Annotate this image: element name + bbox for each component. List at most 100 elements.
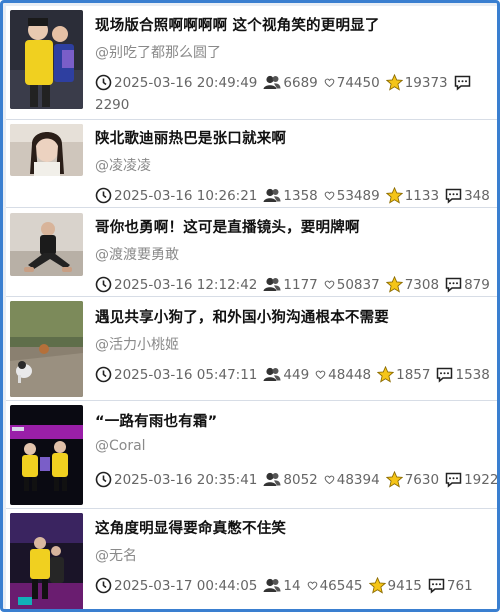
clock-icon <box>95 471 112 488</box>
stars-group[interactable]: 19373 <box>385 74 448 91</box>
comment-icon <box>445 188 462 204</box>
star-icon <box>377 366 395 383</box>
comments-group[interactable]: 1538 <box>436 366 490 383</box>
heart-icon <box>324 280 335 290</box>
post-thumbnail[interactable] <box>10 213 83 276</box>
list-item[interactable]: 哥你也勇啊！这可是直播镜头，要明牌啊 @渡渡要勇敢 2025-03-16 12:… <box>6 208 497 297</box>
comments-group[interactable]: 879 <box>445 277 490 293</box>
people-icon <box>263 75 281 89</box>
post-title[interactable]: 哥你也勇啊！这可是直播镜头，要明牌啊 <box>95 216 360 237</box>
heart-icon <box>324 475 335 485</box>
likes-group[interactable]: 48394 <box>324 472 380 488</box>
post-author[interactable]: @别吃了都那么圆了 <box>95 42 221 62</box>
post-author[interactable]: @渡渡要勇敢 <box>95 244 179 264</box>
views-count: 1358 <box>283 187 318 204</box>
views-count: 14 <box>283 577 301 594</box>
views-group: 1358 <box>263 187 318 204</box>
likes-group[interactable]: 48448 <box>315 367 371 383</box>
star-icon <box>368 577 386 594</box>
post-thumbnail[interactable] <box>10 10 83 109</box>
clock-icon <box>95 74 112 91</box>
views-group: 8052 <box>263 472 318 488</box>
post-author[interactable]: @Coral <box>95 438 146 454</box>
people-icon <box>263 277 281 291</box>
comments-group[interactable]: 1922 <box>445 471 499 488</box>
stars-count: 1857 <box>396 366 431 383</box>
views-count: 449 <box>283 366 310 383</box>
stars-group[interactable]: 1857 <box>377 366 430 383</box>
post-author[interactable]: @无名 <box>95 545 137 565</box>
timestamp-group: 2025-03-16 20:35:41 <box>95 471 257 488</box>
comment-icon <box>445 277 462 293</box>
list-item[interactable]: “一路有雨也有霜” @Coral 2025-03-16 20:35:41 805… <box>6 401 497 509</box>
timestamp-group: 2025-03-16 10:26:21 <box>95 187 257 204</box>
post-time: 2025-03-16 10:26:21 <box>114 187 258 204</box>
star-icon <box>385 276 403 293</box>
views-group: 6689 <box>263 74 318 91</box>
comments-count: 1922 <box>464 471 499 488</box>
views-group: 14 <box>263 577 301 594</box>
clock-icon <box>95 187 112 204</box>
people-icon <box>263 578 281 592</box>
stars-group[interactable]: 7308 <box>385 276 439 293</box>
post-title[interactable]: 这角度明显得要命真憋不住笑 <box>95 517 286 538</box>
post-time: 2025-03-16 12:12:42 <box>114 276 258 293</box>
timestamp-group: 2025-03-17 00:44:05 <box>95 577 257 594</box>
heart-icon <box>307 581 317 591</box>
likes-count: 74450 <box>336 74 380 91</box>
likes-group[interactable]: 74450 <box>324 75 380 91</box>
star-icon <box>385 471 403 488</box>
people-icon <box>263 188 281 202</box>
stars-count: 9415 <box>387 577 422 594</box>
clock-icon <box>95 366 112 383</box>
comments-count: 879 <box>464 276 490 293</box>
comments-count: 348 <box>464 187 490 204</box>
comments-group[interactable]: 761 <box>428 578 473 594</box>
post-thumbnail[interactable] <box>10 513 83 609</box>
comment-icon <box>454 75 470 91</box>
timestamp-group: 2025-03-16 20:49:49 <box>95 74 257 91</box>
post-meta: 2025-03-16 12:12:42 1177 50837 7308 879 <box>95 276 496 293</box>
post-author[interactable]: @凌凌凌 <box>95 155 151 175</box>
timestamp-group: 2025-03-16 05:47:11 <box>95 366 257 383</box>
views-group: 449 <box>263 367 309 383</box>
clock-icon <box>95 577 112 594</box>
list-item[interactable]: 遇见共享小狗了，和外国小狗沟通根本不需要 @活力小桃姬 2025-03-16 0… <box>6 297 497 401</box>
comment-icon <box>437 367 453 383</box>
likes-count: 46545 <box>319 577 363 594</box>
likes-group[interactable]: 53489 <box>324 188 380 204</box>
clock-icon <box>95 276 112 293</box>
stars-group[interactable]: 9415 <box>368 577 422 594</box>
post-time: 2025-03-17 00:44:05 <box>114 577 258 594</box>
timestamp-group: 2025-03-16 12:12:42 <box>95 276 257 293</box>
post-thumbnail[interactable] <box>10 301 83 397</box>
stars-count: 1133 <box>404 187 440 204</box>
post-time: 2025-03-16 20:49:49 <box>114 74 258 91</box>
post-title[interactable]: 陕北歌迪丽热巴是张口就来啊 <box>95 127 286 148</box>
list-item[interactable]: 陕北歌迪丽热巴是张口就来啊 @凌凌凌 2025-03-16 10:26:21 1… <box>6 120 497 208</box>
post-author[interactable]: @活力小桃姬 <box>95 334 179 354</box>
list-item[interactable]: 现场版合照啊啊啊啊 这个视角笑的更明显了 @别吃了都那么圆了 2025-03-1… <box>6 6 497 120</box>
likes-count: 50837 <box>336 276 380 293</box>
comment-icon <box>428 578 445 594</box>
post-title[interactable]: “一路有雨也有霜” <box>95 410 217 431</box>
comments-group[interactable]: 348 <box>445 188 490 204</box>
post-title[interactable]: 现场版合照啊啊啊啊 这个视角笑的更明显了 <box>95 14 380 35</box>
post-meta: 2025-03-16 20:35:41 8052 48394 7630 1922 <box>95 471 499 488</box>
post-thumbnail[interactable] <box>10 405 83 505</box>
likes-count: 48394 <box>336 471 380 488</box>
stars-group[interactable]: 7630 <box>385 471 439 488</box>
list-item[interactable]: 这角度明显得要命真憋不住笑 @无名 2025-03-17 00:44:05 14… <box>6 509 497 609</box>
likes-group[interactable]: 50837 <box>324 277 380 293</box>
post-list-window: 现场版合照啊啊啊啊 这个视角笑的更明显了 @别吃了都那么圆了 2025-03-1… <box>0 0 500 612</box>
likes-group[interactable]: 46545 <box>307 578 363 594</box>
heart-icon <box>324 191 335 201</box>
star-icon <box>385 187 403 204</box>
post-thumbnail[interactable] <box>10 124 83 176</box>
comments-group[interactable] <box>454 75 473 91</box>
post-title[interactable]: 遇见共享小狗了，和外国小狗沟通根本不需要 <box>95 306 389 327</box>
comments-count: 1538 <box>455 366 490 383</box>
post-meta: 2025-03-16 20:49:49 6689 74450 19373 <box>95 74 479 91</box>
stars-group[interactable]: 1133 <box>385 187 440 204</box>
views-count: 6689 <box>283 74 318 91</box>
